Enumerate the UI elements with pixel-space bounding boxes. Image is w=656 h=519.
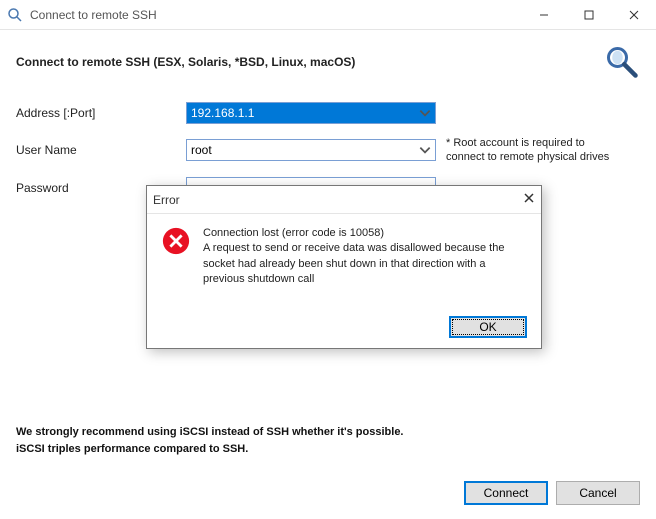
- close-window-button[interactable]: [611, 0, 656, 30]
- address-input[interactable]: [186, 102, 436, 124]
- window-title: Connect to remote SSH: [30, 8, 521, 22]
- maximize-button[interactable]: [566, 0, 611, 30]
- app-icon: [6, 6, 24, 24]
- username-note: * Root account is required to connect to…: [446, 136, 626, 165]
- error-icon: [161, 226, 191, 256]
- error-titlebar: Error: [147, 186, 541, 214]
- ok-button[interactable]: OK: [449, 316, 527, 338]
- error-message: Connection lost (error code is 10058) A …: [203, 226, 527, 288]
- header: Connect to remote SSH (ESX, Solaris, *BS…: [0, 30, 656, 80]
- error-line1: Connection lost (error code is 10058): [203, 226, 527, 241]
- error-dialog: Error Connection lost (error code is 100…: [146, 185, 542, 349]
- magnifier-icon: [604, 44, 640, 80]
- connect-button[interactable]: Connect: [464, 481, 548, 505]
- error-title: Error: [153, 193, 523, 207]
- recommend-line1: We strongly recommend using iSCSI instea…: [16, 424, 640, 441]
- recommendation: We strongly recommend using iSCSI instea…: [16, 424, 640, 457]
- username-label: User Name: [16, 143, 186, 157]
- close-icon[interactable]: [523, 192, 535, 207]
- error-line2: A request to send or receive data was di…: [203, 241, 527, 287]
- window-controls: [521, 0, 656, 30]
- titlebar: Connect to remote SSH: [0, 0, 656, 30]
- address-label: Address [:Port]: [16, 106, 186, 120]
- username-input[interactable]: [186, 139, 436, 161]
- footer: Connect Cancel: [464, 481, 640, 505]
- username-row: User Name * Root account is required to …: [16, 136, 640, 165]
- cancel-button[interactable]: Cancel: [556, 481, 640, 505]
- form: Address [:Port] User Name * Root account…: [0, 80, 656, 199]
- page-title: Connect to remote SSH (ESX, Solaris, *BS…: [16, 55, 604, 69]
- recommend-line2: iSCSI triples performance compared to SS…: [16, 441, 640, 458]
- address-row: Address [:Port]: [16, 102, 640, 124]
- minimize-button[interactable]: [521, 0, 566, 30]
